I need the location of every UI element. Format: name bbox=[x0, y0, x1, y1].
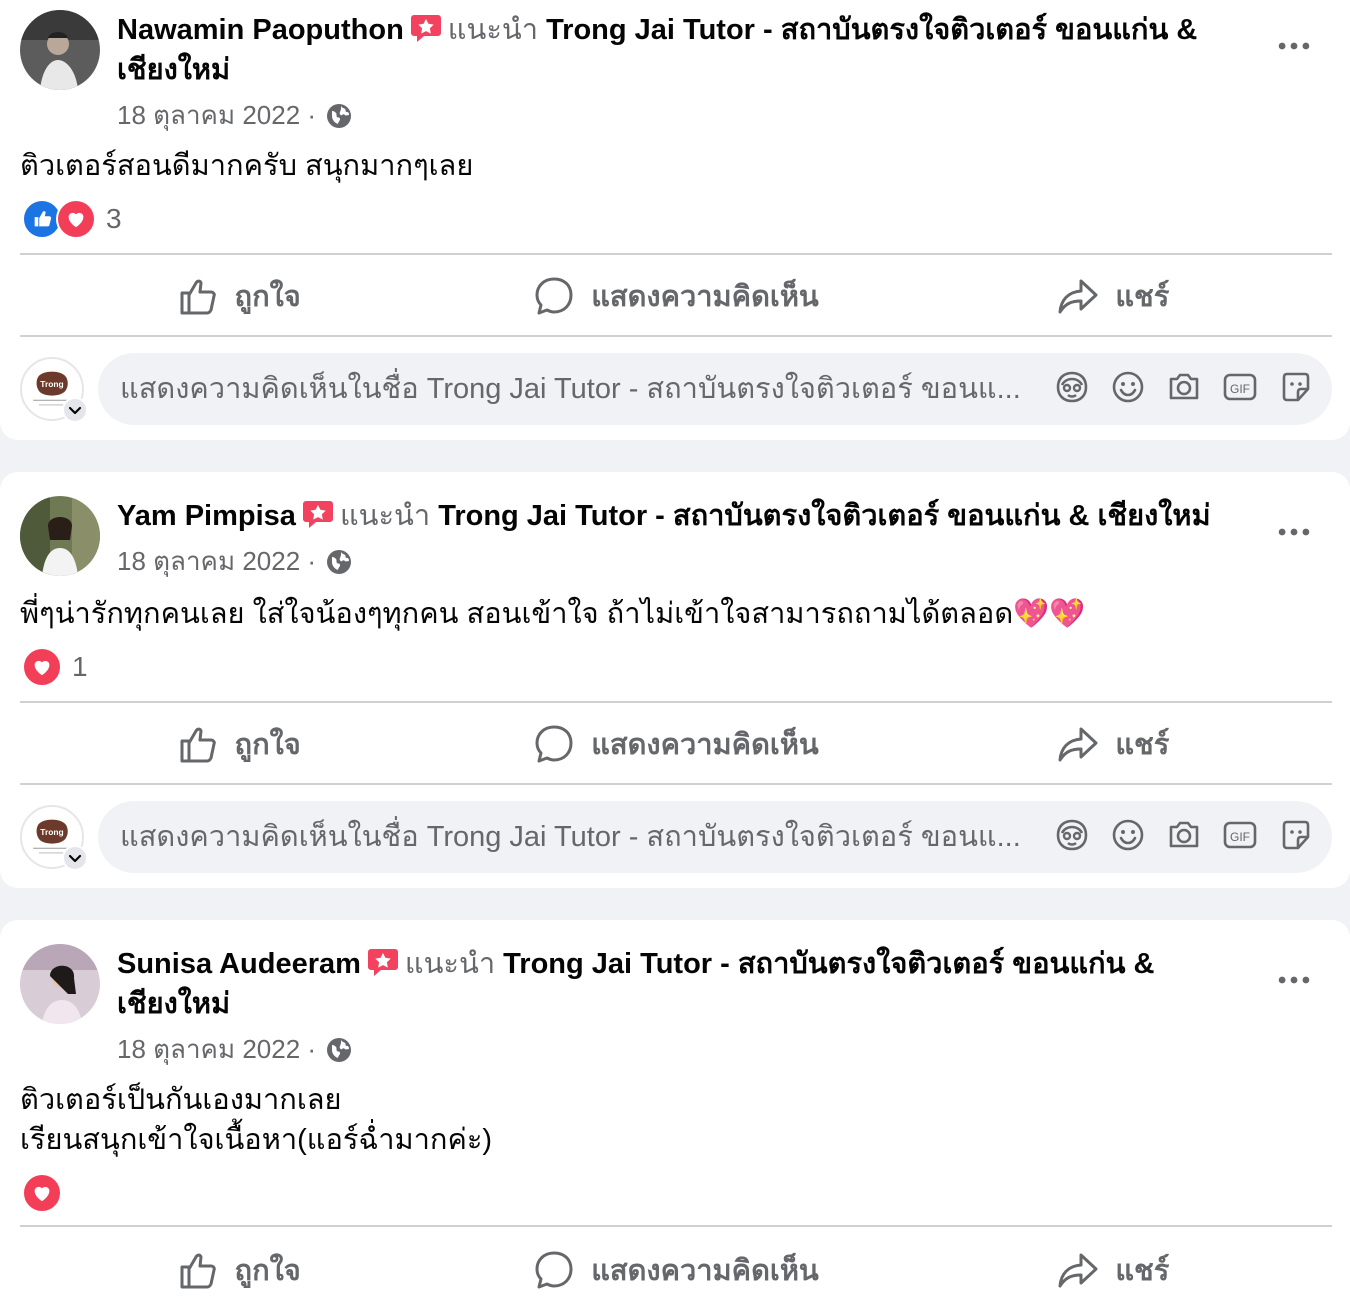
like-button[interactable]: ถูกใจ bbox=[20, 1230, 457, 1304]
comment-icon bbox=[533, 275, 575, 317]
reaction-summary[interactable]: 3 bbox=[22, 199, 122, 239]
gif-icon[interactable] bbox=[1222, 369, 1258, 405]
comment-box bbox=[98, 353, 1332, 425]
like-icon bbox=[177, 275, 219, 317]
post-header: Nawamin Paoputhon แนะนำ Trong Jai Tutor -… bbox=[117, 10, 1227, 90]
comment-icon bbox=[533, 1249, 575, 1291]
recommends-label: แนะนำ bbox=[404, 948, 496, 980]
recommends-label: แนะนำ bbox=[447, 14, 538, 46]
like-icon bbox=[177, 723, 219, 765]
post-date[interactable]: 18 ตุลาคม 2022 · bbox=[117, 541, 316, 582]
comment-composer bbox=[20, 353, 1332, 425]
share-icon bbox=[1057, 1249, 1099, 1291]
comment-box bbox=[98, 801, 1332, 873]
emoji-icon[interactable] bbox=[1110, 817, 1146, 853]
chevron-down-icon[interactable] bbox=[62, 845, 88, 871]
comment-label: แสดงความคิดเห็น bbox=[591, 729, 819, 761]
post-date[interactable]: 18 ตุลาคม 2022 · bbox=[117, 95, 316, 136]
reaction-summary[interactable] bbox=[22, 1173, 62, 1213]
divider bbox=[20, 783, 1332, 785]
review-post-3: Sunisa Audeeram แนะนำ Trong Jai Tutor - ส… bbox=[0, 920, 1350, 1304]
post-meta: 18 ตุลาคม 2022 · bbox=[117, 541, 352, 582]
comment-composer bbox=[20, 801, 1332, 873]
share-label: แชร์ bbox=[1115, 1255, 1170, 1287]
page-avatar-switcher[interactable] bbox=[20, 805, 88, 871]
action-bar: ถูกใจ แสดงความคิดเห็น แชร์ bbox=[20, 704, 1332, 784]
reaction-summary[interactable]: 1 bbox=[22, 647, 88, 687]
recommend-badge-icon bbox=[367, 947, 399, 977]
love-reaction-icon bbox=[22, 1173, 62, 1213]
page-name[interactable]: Trong Jai Tutor - สถาบันตรงใจติวเตอร์ ขอ… bbox=[438, 500, 1210, 532]
chevron-down-icon[interactable] bbox=[62, 397, 88, 423]
post-meta: 18 ตุลาคม 2022 · bbox=[117, 95, 352, 136]
divider bbox=[20, 1225, 1332, 1227]
comment-button[interactable]: แสดงความคิดเห็น bbox=[457, 704, 894, 784]
action-bar: ถูกใจ แสดงความคิดเห็น แชร์ bbox=[20, 256, 1332, 336]
camera-icon[interactable] bbox=[1166, 817, 1202, 853]
globe-icon bbox=[326, 103, 352, 129]
share-icon bbox=[1057, 723, 1099, 765]
sticker-icon[interactable] bbox=[1278, 817, 1314, 853]
more-options-icon[interactable] bbox=[1268, 512, 1320, 552]
comment-label: แสดงความคิดเห็น bbox=[591, 1255, 819, 1287]
like-label: ถูกใจ bbox=[234, 1255, 301, 1287]
comment-button[interactable]: แสดงความคิดเห็น bbox=[457, 1230, 894, 1304]
comment-input[interactable] bbox=[120, 801, 1030, 873]
avatar[interactable] bbox=[20, 10, 100, 90]
recommend-badge-icon bbox=[410, 13, 442, 43]
comment-button[interactable]: แสดงความคิดเห็น bbox=[457, 256, 894, 336]
post-text: ติวเตอร์สอนดีมากครับ สนุกมากๆเลย bbox=[20, 150, 474, 182]
comment-icon bbox=[533, 723, 575, 765]
sticker-icon[interactable] bbox=[1278, 369, 1314, 405]
like-button[interactable]: ถูกใจ bbox=[20, 704, 457, 784]
post-header: Yam Pimpisa แนะนำ Trong Jai Tutor - สถาบั… bbox=[117, 496, 1227, 536]
avatar[interactable] bbox=[20, 496, 100, 576]
share-label: แชร์ bbox=[1115, 281, 1170, 313]
post-header: Sunisa Audeeram แนะนำ Trong Jai Tutor - ส… bbox=[117, 944, 1227, 1024]
comment-input[interactable] bbox=[120, 353, 1030, 425]
avatar-sticker-icon[interactable] bbox=[1054, 817, 1090, 853]
divider bbox=[20, 335, 1332, 337]
like-icon bbox=[177, 1249, 219, 1291]
like-label: ถูกใจ bbox=[234, 729, 301, 761]
more-options-icon[interactable] bbox=[1268, 26, 1320, 66]
review-post-2: Yam Pimpisa แนะนำ Trong Jai Tutor - สถาบั… bbox=[0, 472, 1350, 888]
post-text: ติวเตอร์เป็นกันเองมากเลย เรียนสนุกเข้าใจ… bbox=[20, 1084, 493, 1156]
author-name[interactable]: Nawamin Paoputhon bbox=[117, 14, 404, 46]
author-name[interactable]: Sunisa Audeeram bbox=[117, 948, 361, 980]
globe-icon bbox=[326, 1037, 352, 1063]
love-reaction-icon bbox=[22, 647, 62, 687]
share-button[interactable]: แชร์ bbox=[895, 704, 1332, 784]
author-name[interactable]: Yam Pimpisa bbox=[117, 500, 296, 532]
divider bbox=[20, 253, 1332, 255]
gif-icon[interactable] bbox=[1222, 817, 1258, 853]
camera-icon[interactable] bbox=[1166, 369, 1202, 405]
globe-icon bbox=[326, 549, 352, 575]
action-bar: ถูกใจ แสดงความคิดเห็น แชร์ bbox=[20, 1230, 1332, 1304]
divider bbox=[20, 701, 1332, 703]
like-label: ถูกใจ bbox=[234, 281, 301, 313]
avatar[interactable] bbox=[20, 944, 100, 1024]
share-button[interactable]: แชร์ bbox=[895, 1230, 1332, 1304]
more-options-icon[interactable] bbox=[1268, 960, 1320, 1000]
love-reaction-icon bbox=[56, 199, 96, 239]
page-avatar-switcher[interactable] bbox=[20, 357, 88, 423]
post-date[interactable]: 18 ตุลาคม 2022 · bbox=[117, 1029, 316, 1070]
share-icon bbox=[1057, 275, 1099, 317]
like-button[interactable]: ถูกใจ bbox=[20, 256, 457, 336]
share-button[interactable]: แชร์ bbox=[895, 256, 1332, 336]
recommend-badge-icon bbox=[302, 499, 334, 529]
reaction-count: 1 bbox=[72, 651, 88, 682]
share-label: แชร์ bbox=[1115, 729, 1170, 761]
comment-tools bbox=[1054, 369, 1314, 405]
avatar-sticker-icon[interactable] bbox=[1054, 369, 1090, 405]
reaction-count: 3 bbox=[106, 203, 122, 234]
comment-tools bbox=[1054, 817, 1314, 853]
post-text: พี่ๆน่ารักทุกคนเลย ใส่ใจน้องๆทุกคน สอนเข… bbox=[20, 598, 1086, 630]
review-post-1: Nawamin Paoputhon แนะนำ Trong Jai Tutor -… bbox=[0, 0, 1350, 440]
recommends-label: แนะนำ bbox=[339, 500, 431, 532]
post-meta: 18 ตุลาคม 2022 · bbox=[117, 1029, 352, 1070]
emoji-icon[interactable] bbox=[1110, 369, 1146, 405]
comment-label: แสดงความคิดเห็น bbox=[591, 281, 819, 313]
